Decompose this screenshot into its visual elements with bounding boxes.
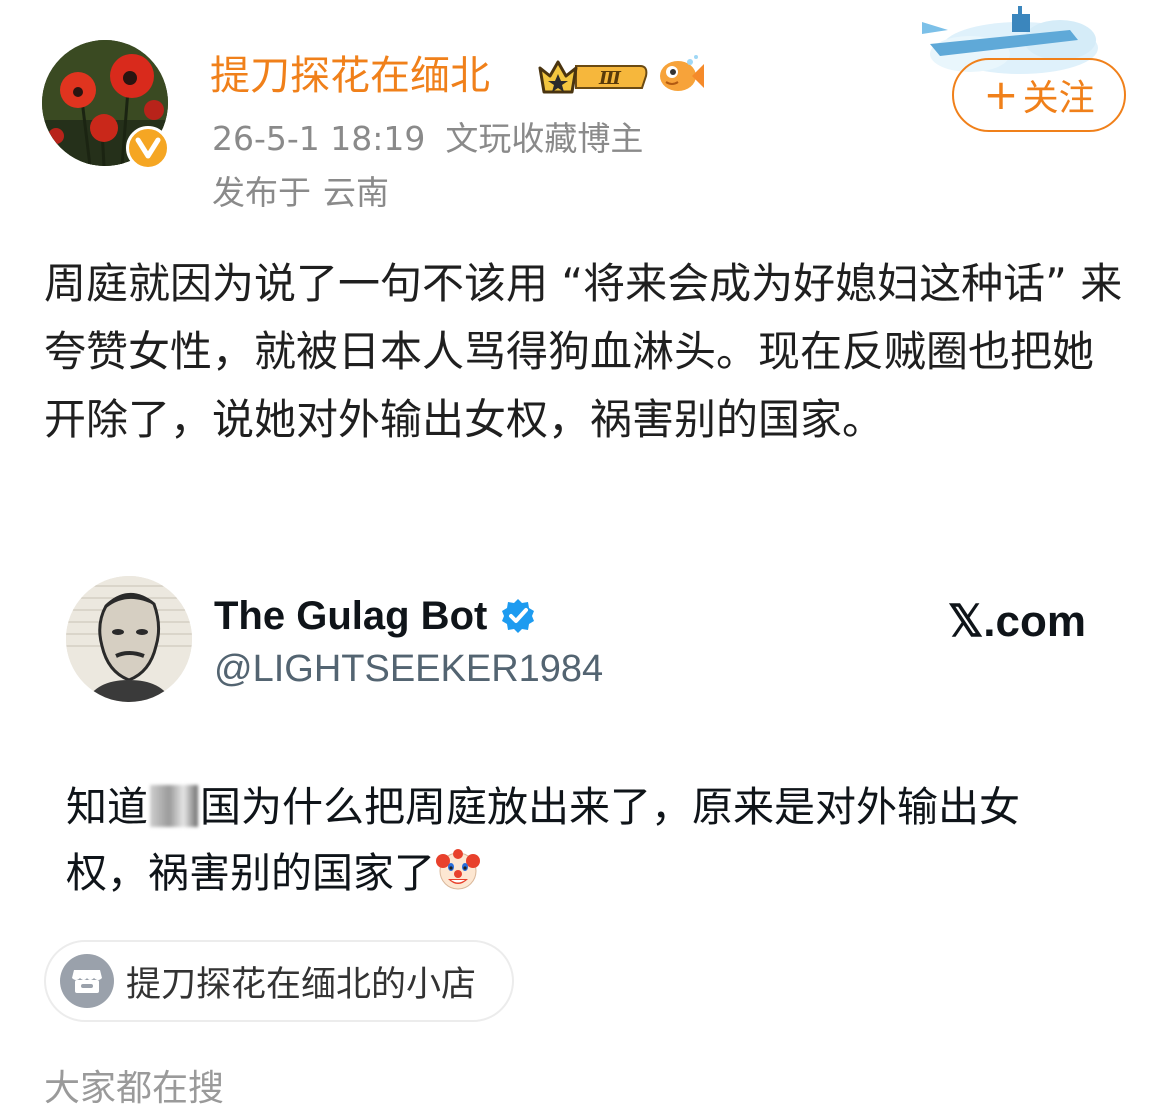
shop-icon (60, 954, 114, 1008)
location-prefix: 发布于 (212, 173, 311, 212)
embedded-tweet-image[interactable]: The Gulag Bot @LIGHTSEEKER1984 𝕏.com 知道国… (44, 560, 1126, 910)
section-heading-everyone-searching: 大家都在搜 (44, 1068, 225, 1109)
shop-link[interactable]: 提刀探花在缅北的小店 (44, 940, 514, 1022)
tweet-display-name: The Gulag Bot (214, 593, 488, 638)
tweet-verified-icon (502, 599, 535, 633)
tweet-avatar (66, 576, 192, 702)
tweet-name-row: The Gulag Bot (214, 590, 537, 642)
post-text: 周庭就因为说了一句不该用 “将来会成为好媳妇这种话” 来夸赞女性，就被日本人骂得… (44, 259, 1123, 444)
author-name[interactable]: 提刀探花在缅北 (210, 48, 490, 104)
shop-label: 提刀探花在缅北的小店 (126, 964, 477, 1005)
level-badge-text: Ⅲ (598, 68, 622, 89)
plus-icon: + (983, 70, 1019, 119)
blurred-redaction (150, 785, 198, 827)
fish-badge-icon[interactable] (656, 52, 706, 98)
author-title: 文玩收藏博主 (445, 119, 644, 158)
post-timestamp: 26-5-1 18:19 (212, 119, 426, 158)
verified-v-icon (126, 126, 170, 170)
tweet-text-start: 知道 (66, 783, 148, 831)
tweet-text-rest: 国为什么把周庭放出来了，原来是对外输出女权，祸害别的国家了 (66, 783, 1020, 897)
location-value: 云南 (323, 173, 389, 212)
tweet-handle: @LIGHTSEEKER1984 (214, 648, 604, 690)
post-location: 发布于 云南 (212, 170, 389, 216)
clown-face-icon (436, 849, 480, 890)
crown-badge-icon[interactable]: Ⅲ (536, 54, 650, 98)
x-com-logo: 𝕏.com (947, 597, 1086, 646)
follow-label: 关注 (1022, 78, 1095, 119)
follow-button[interactable]: + 关注 (952, 58, 1126, 132)
tweet-text: 知道 国为什么把周庭放出来了，原来是对外输出女权，祸害别的国家了 (66, 774, 1096, 906)
post-meta: 26-5-1 18:19 文玩收藏博主 (212, 116, 643, 162)
